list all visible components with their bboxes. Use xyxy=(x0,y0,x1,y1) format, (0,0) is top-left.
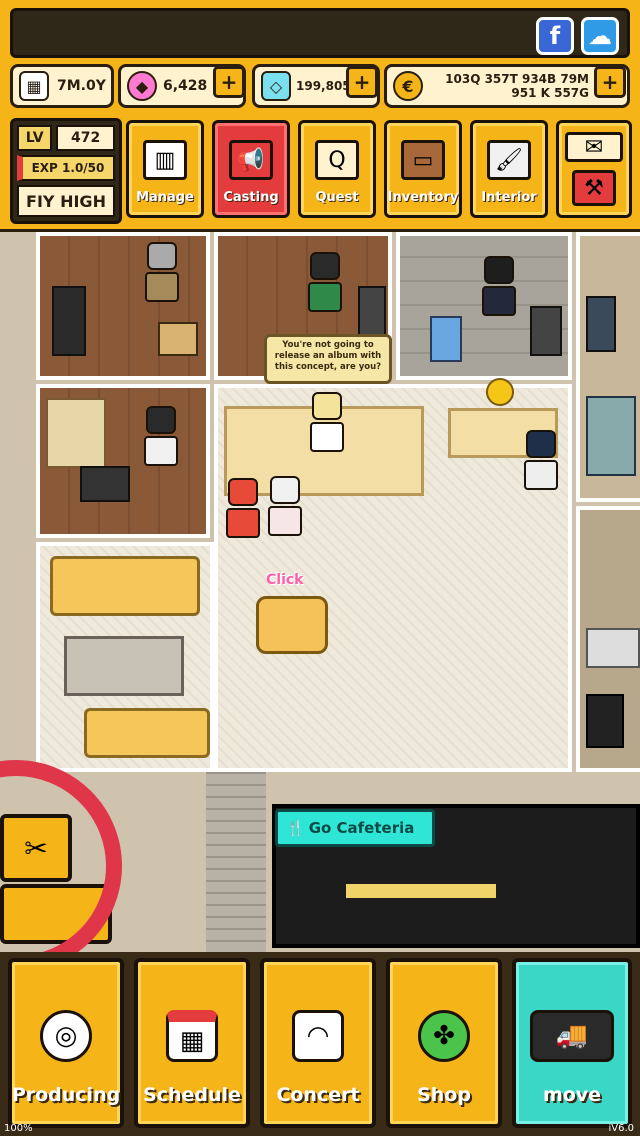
shop-label: Shop xyxy=(417,1084,471,1106)
blue-gem-icon: ◇ xyxy=(261,71,291,101)
game-world: You're not going to release an album wit… xyxy=(0,232,640,952)
concert-label: Concert xyxy=(276,1084,360,1106)
desk-room[interactable] xyxy=(36,384,210,538)
truck-icon: 🚚 xyxy=(530,1010,614,1062)
producing-button[interactable]: ◎ Producing xyxy=(8,958,124,1128)
casting-label: Casting xyxy=(223,190,279,205)
lounge-room[interactable] xyxy=(36,542,214,772)
producing-label: Producing xyxy=(11,1084,121,1106)
coin-icon: € xyxy=(393,71,423,101)
level-panel: LV 472 EXP 1.0/50 FIY HIGH xyxy=(10,118,122,224)
speaker-stack xyxy=(530,306,562,356)
pink-gem-value: 6,428 xyxy=(163,78,208,94)
instrument-room[interactable] xyxy=(36,232,210,380)
calendar-icon: ▦ xyxy=(19,71,49,101)
storage-room[interactable] xyxy=(576,232,640,502)
sofa-bottom xyxy=(84,708,210,758)
go-cafeteria-button[interactable]: 🍴 Go Cafeteria xyxy=(275,809,435,847)
character-producer[interactable] xyxy=(145,242,179,304)
stairs xyxy=(206,772,266,952)
title-bar: f ☁ xyxy=(10,8,630,58)
equipment-room[interactable] xyxy=(576,506,640,772)
inventory-label: Inventory xyxy=(387,190,459,205)
character-idol-red[interactable] xyxy=(226,478,260,540)
megaphone-icon: 📢 xyxy=(229,140,273,180)
concert-button[interactable]: ◠ Concert xyxy=(260,958,376,1128)
fork-icon: 🍴 xyxy=(286,819,305,837)
bus-light xyxy=(346,884,496,898)
quest-label: Quest xyxy=(315,190,359,205)
bottom-nav: ◎ Producing ▦ Schedule ◠ Concert ✤ Shop … xyxy=(0,952,640,1136)
character-idol-white[interactable] xyxy=(268,476,302,538)
manage-label: Manage xyxy=(136,190,194,205)
top-hud: f ☁ ▦ 7M.0Y ◆ 6,428 + ◇ 199,805 + € 103Q… xyxy=(0,0,640,232)
character-staff[interactable] xyxy=(144,406,178,468)
add-pink-gem-button[interactable]: + xyxy=(213,66,245,98)
quest-button[interactable]: Q Quest xyxy=(298,120,376,218)
shop-button[interactable]: ✤ Shop xyxy=(386,958,502,1128)
mail-and-build-button[interactable]: ✉ ⚒ xyxy=(556,120,632,218)
schedule-button[interactable]: ▦ Schedule xyxy=(134,958,250,1128)
speaker xyxy=(158,322,198,356)
add-blue-gem-button[interactable]: + xyxy=(346,66,378,98)
office-room[interactable] xyxy=(396,232,572,380)
coin-value: 103Q 357T 934B 79M 951 K 557G xyxy=(445,72,589,100)
speech-bubble: You're not going to release an album wit… xyxy=(264,334,392,384)
mail-icon: ✉ xyxy=(565,132,623,162)
trophy-icon xyxy=(486,378,514,406)
disc-icon: ◎ xyxy=(40,1010,92,1062)
highlight-circle xyxy=(0,760,122,952)
scroll-icon: Q xyxy=(315,140,359,180)
interior-button[interactable]: 🖌 Interior xyxy=(470,120,548,218)
hammer-icon: ⚒ xyxy=(572,170,616,206)
interior-label: Interior xyxy=(481,190,537,205)
vending-machine xyxy=(586,296,616,352)
keyboard-rack xyxy=(586,694,624,748)
sofa-top xyxy=(50,556,200,616)
calendar-icon: ▦ xyxy=(166,1010,218,1062)
move-label: move xyxy=(542,1084,602,1106)
click-hint: Click xyxy=(266,572,304,588)
character-visitor[interactable] xyxy=(524,430,558,492)
level-label: LV xyxy=(17,125,53,151)
cat-mascot[interactable] xyxy=(256,596,328,654)
paint-roller-icon: 🖌 xyxy=(487,140,531,180)
zoom-indicator: 100% xyxy=(4,1123,33,1134)
grade-label: FIY HIGH xyxy=(17,185,115,217)
mixer xyxy=(586,628,640,668)
inventory-button[interactable]: ▭ Inventory xyxy=(384,120,462,218)
version-label: iV6.0 xyxy=(608,1123,634,1134)
shelf xyxy=(586,396,636,476)
lobby[interactable]: Click xyxy=(214,378,572,772)
character-engineer[interactable] xyxy=(308,252,342,314)
add-coin-button[interactable]: + xyxy=(594,66,626,98)
time-resource: ▦ 7M.0Y xyxy=(10,64,114,108)
blue-gem-value: 199,805 xyxy=(296,79,351,93)
chat-icon[interactable]: ☁ xyxy=(581,17,619,55)
camera-rig xyxy=(358,286,386,336)
manage-button[interactable]: ▥ Manage xyxy=(126,120,204,218)
recording-room[interactable]: You're not going to release an album wit… xyxy=(214,232,392,384)
character-manager[interactable] xyxy=(482,256,516,318)
character-receptionist[interactable] xyxy=(310,392,344,454)
facebook-button[interactable]: f xyxy=(536,17,574,55)
casting-button[interactable]: 📢 Casting xyxy=(212,120,290,218)
move-button[interactable]: 🚚 move xyxy=(512,958,632,1128)
pink-gem-icon: ◆ xyxy=(127,71,157,101)
level-value: 472 xyxy=(56,125,115,151)
bookshelf xyxy=(46,398,106,468)
exp-bar: EXP 1.0/50 xyxy=(17,155,115,181)
time-value: 7M.0Y xyxy=(57,78,106,94)
cafeteria-label: Go Cafeteria xyxy=(308,819,415,837)
rainbow-icon: ◠ xyxy=(292,1010,344,1062)
computer-desk xyxy=(80,466,130,502)
water-bottles xyxy=(430,316,462,362)
synth-rack xyxy=(52,286,86,356)
chest-icon: ▭ xyxy=(401,140,445,180)
schedule-label: Schedule xyxy=(143,1084,241,1106)
building-icon: ▥ xyxy=(143,140,187,180)
coffee-table xyxy=(64,636,184,696)
clover-icon: ✤ xyxy=(418,1010,470,1062)
